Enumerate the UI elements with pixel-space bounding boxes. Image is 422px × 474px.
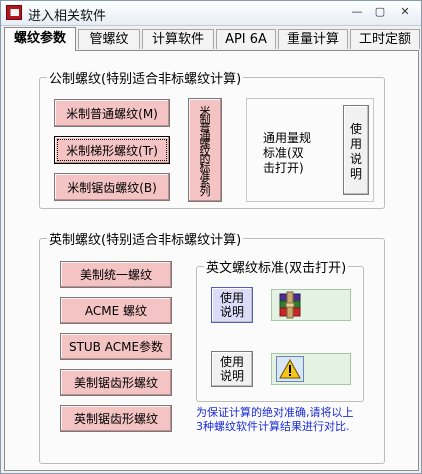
- close-button[interactable]: ✕: [393, 4, 417, 21]
- tab-pipe-thread[interactable]: 管螺纹: [78, 29, 140, 49]
- warning-file-tile[interactable]: [271, 353, 351, 385]
- minimize-button[interactable]: —: [347, 4, 367, 21]
- metric-buttress-thread-button[interactable]: 米制锯齿螺纹(B): [54, 173, 170, 201]
- english-standard-instructions-button-2[interactable]: 使用 说明: [211, 351, 253, 387]
- tab-bar: 螺纹参数 管螺纹 计算软件 API 6A 重量计算 工时定额: [1, 27, 421, 51]
- english-standard-legend: 英文螺纹标准(双击打开): [204, 257, 349, 276]
- metric-instructions-button[interactable]: 使 用 说 明: [343, 105, 369, 195]
- metric-trapezoid-thread-button[interactable]: 米制梯形螺纹(Tr): [54, 136, 170, 164]
- english-standard-group: 英文螺纹标准(双击打开) 使用 说明 使用 说明: [196, 257, 364, 402]
- english-standard-instructions-button-1[interactable]: 使用 说明: [211, 287, 253, 323]
- general-gauge-standard-text: 通用量规 标准(双 击打开): [263, 131, 312, 175]
- metric-thread-group: 公制螺纹(特别适合非标螺纹计算) 米制普通螺纹(M) 米制梯形螺纹(Tr) 米制…: [39, 68, 385, 209]
- tab-work-hours[interactable]: 工时定额: [350, 29, 420, 49]
- app-book-icon: [6, 5, 22, 20]
- tab-weight-calc[interactable]: 重量计算: [278, 29, 348, 49]
- general-gauge-standard-box[interactable]: 通用量规 标准(双 击打开) 使 用 说 明: [246, 98, 374, 202]
- app-window: 进入相关软件 — ▢ ✕ 螺纹参数 管螺纹 计算软件 API 6A 重量计算 工…: [0, 0, 422, 474]
- maximize-button[interactable]: ▢: [370, 4, 390, 21]
- title-bar[interactable]: 进入相关软件 — ▢ ✕: [1, 1, 421, 26]
- stub-acme-button[interactable]: STUB ACME参数: [60, 333, 172, 360]
- metric-standard-series-button[interactable]: 米 制 普 通 螺 纹 的 标 准 系 列: [188, 98, 222, 202]
- winrar-archive-tile[interactable]: [271, 289, 351, 321]
- imperial-group-legend: 英制螺纹(特别适合非标螺纹计算): [47, 229, 244, 248]
- file-frame: [276, 356, 304, 382]
- accuracy-notice: 为保证计算的绝对准确,请将以上 3种螺纹软件计算结果进行对比.: [196, 406, 354, 433]
- winrar-archive-icon: [279, 291, 301, 319]
- us-buttress-thread-button[interactable]: 美制锯齿形螺纹: [60, 369, 172, 396]
- window-title: 进入相关软件: [28, 9, 107, 24]
- warning-icon: [279, 359, 301, 379]
- imperial-thread-group: 英制螺纹(特别适合非标螺纹计算) 美制统一螺纹 ACME 螺纹 STUB ACM…: [39, 229, 385, 464]
- acme-thread-button[interactable]: ACME 螺纹: [60, 297, 172, 324]
- tab-thread-params[interactable]: 螺纹参数: [4, 27, 76, 51]
- metric-group-legend: 公制螺纹(特别适合非标螺纹计算): [47, 68, 244, 87]
- metric-normal-thread-button[interactable]: 米制普通螺纹(M): [54, 99, 170, 127]
- unified-thread-button[interactable]: 美制统一螺纹: [60, 261, 172, 288]
- tab-calc-software[interactable]: 计算软件: [142, 29, 214, 49]
- tab-api-6a[interactable]: API 6A: [216, 29, 276, 49]
- tab-panel-thread-params: 公制螺纹(特别适合非标螺纹计算) 米制普通螺纹(M) 米制梯形螺纹(Tr) 米制…: [4, 50, 419, 471]
- uk-buttress-thread-button[interactable]: 英制锯齿形螺纹: [60, 405, 172, 432]
